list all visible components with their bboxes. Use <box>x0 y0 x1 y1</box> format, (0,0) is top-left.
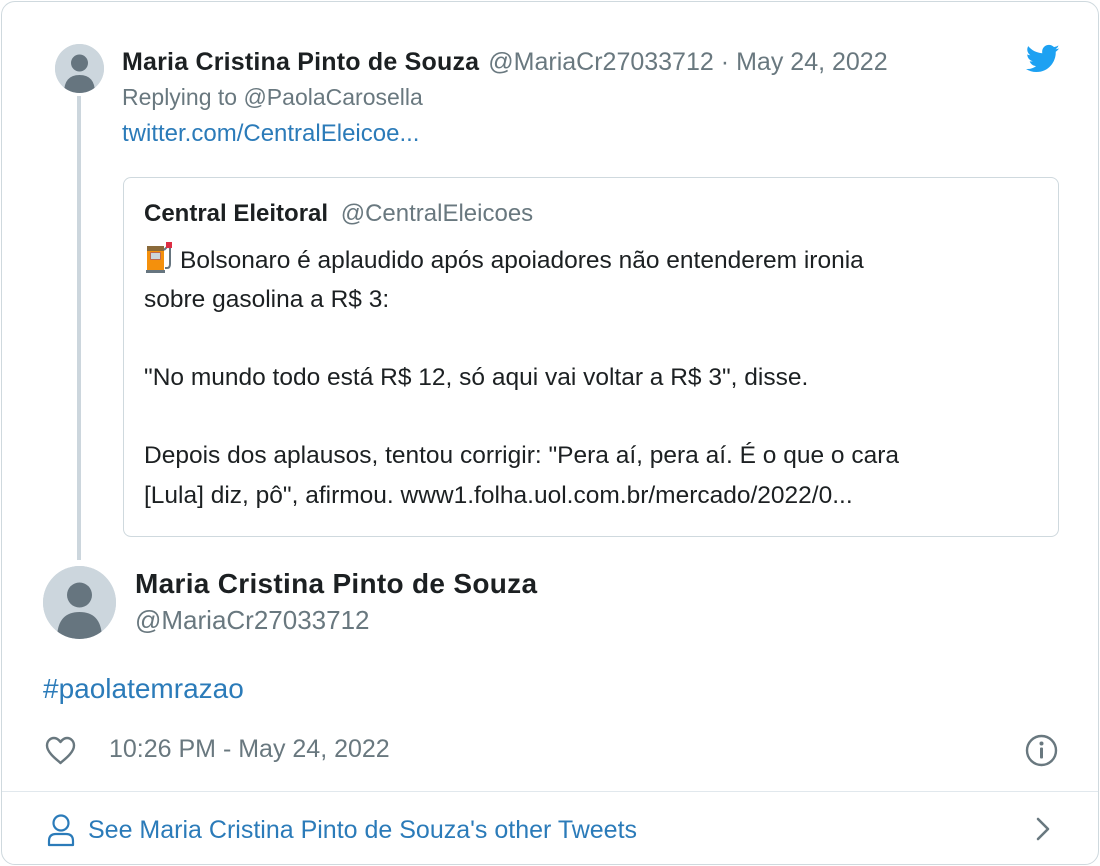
parent-tweet-header: Maria Cristina Pinto de Souza @MariaCr27… <box>122 45 1002 79</box>
thread-connector-line <box>77 96 81 560</box>
main-author-handle[interactable]: @MariaCr27033712 <box>135 605 370 636</box>
quoted-tweet-header: Central Eleitoral @CentralEleicoes <box>144 200 533 228</box>
quote-line-4: Depois dos aplausos, tentou corrigir: "P… <box>144 442 900 469</box>
quote-line-5: [Lula] diz, pô", afirmou. www1.folha.uol… <box>144 482 853 509</box>
twitter-bird-icon[interactable] <box>1026 44 1060 74</box>
parent-author-handle[interactable]: @MariaCr27033712 <box>488 48 714 77</box>
parent-tweet-link[interactable]: twitter.com/CentralEleicoe... <box>122 120 419 148</box>
quoted-author-name: Central Eleitoral <box>144 200 329 227</box>
main-author-name[interactable]: Maria Cristina Pinto de Souza <box>135 568 537 600</box>
hashtag-link[interactable]: #paolatemrazao <box>43 673 244 705</box>
heart-icon[interactable] <box>45 736 76 765</box>
quoted-tweet-text: Bolsonaro é aplaudido após apoiadores nã… <box>144 240 1044 516</box>
parent-tweet-date[interactable]: May 24, 2022 <box>736 48 888 77</box>
quote-line-1-text: Bolsonaro é aplaudido após apoiadores nã… <box>180 247 864 274</box>
parent-author-avatar[interactable] <box>55 44 104 93</box>
quoted-tweet[interactable]: Central Eleitoral @CentralEleicoes Bolso… <box>123 177 1059 537</box>
default-avatar-icon <box>55 44 104 93</box>
main-author-avatar[interactable] <box>43 566 116 639</box>
default-avatar-icon <box>43 566 116 639</box>
see-other-tweets-link[interactable]: See Maria Cristina Pinto de Souza's othe… <box>46 810 637 850</box>
fuel-pump-icon <box>146 242 172 273</box>
embedded-tweet-card: Maria Cristina Pinto de Souza @MariaCr27… <box>1 1 1099 865</box>
info-icon[interactable] <box>1025 734 1058 767</box>
tweet-timestamp[interactable]: 10:26 PM - May 24, 2022 <box>109 735 390 764</box>
parent-author-name[interactable]: Maria Cristina Pinto de Souza <box>122 48 479 77</box>
replying-to-label[interactable]: Replying to @PaolaCarosella <box>122 84 423 111</box>
header-separator: · <box>720 47 730 76</box>
quote-line-1: Bolsonaro é aplaudido após apoiadores nã… <box>144 240 1044 280</box>
quote-line-3: "No mundo todo está R$ 12, só aqui vai v… <box>144 364 809 391</box>
see-other-tweets-label[interactable]: See Maria Cristina Pinto de Souza's othe… <box>88 816 637 845</box>
chevron-right-icon[interactable] <box>1032 814 1054 844</box>
footer-divider <box>2 791 1098 792</box>
quoted-author-handle: @CentralEleicoes <box>340 200 534 227</box>
person-icon <box>47 814 75 847</box>
quote-line-2: sobre gasolina a R$ 3: <box>144 286 390 313</box>
